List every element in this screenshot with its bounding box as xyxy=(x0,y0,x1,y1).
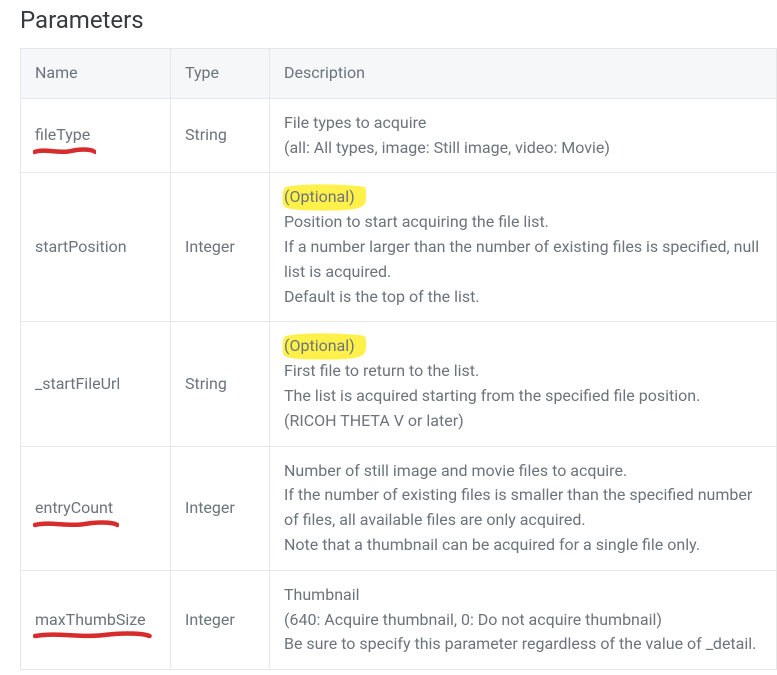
param-name: maxThumbSize xyxy=(35,608,146,633)
param-name: fileType xyxy=(35,123,90,148)
description-line: If a number larger than the number of ex… xyxy=(284,235,762,285)
underline-annotation xyxy=(33,519,119,529)
param-type-cell: Integer xyxy=(171,570,270,669)
table-row: maxThumbSizeIntegerThumbnail(640: Acquir… xyxy=(21,570,777,669)
param-name-cell: startPosition xyxy=(21,173,171,322)
description-line: Position to start acquiring the file lis… xyxy=(284,210,762,235)
param-type-cell: String xyxy=(171,322,270,446)
optional-label: (Optional) xyxy=(284,336,355,355)
col-header-name: Name xyxy=(21,49,171,99)
description-line: File types to acquire xyxy=(284,111,762,136)
param-type-cell: Integer xyxy=(171,173,270,322)
param-name-cell: maxThumbSize xyxy=(21,570,171,669)
description-line: (all: All types, image: Still image, vid… xyxy=(284,136,762,161)
description-line: Default is the top of the list. xyxy=(284,285,762,310)
col-header-type: Type xyxy=(171,49,270,99)
description-line: If the number of existing files is small… xyxy=(284,483,762,533)
param-description-cell: File types to acquire(all: All types, im… xyxy=(270,98,777,173)
underline-annotation xyxy=(33,630,152,640)
param-type-cell: Integer xyxy=(171,446,270,570)
col-header-description: Description xyxy=(270,49,777,99)
section-title: Parameters xyxy=(20,6,777,34)
description-line: Note that a thumbnail can be acquired fo… xyxy=(284,533,762,558)
optional-badge: (Optional) xyxy=(284,334,355,359)
description-line: First file to return to the list. xyxy=(284,359,762,384)
optional-badge: (Optional) xyxy=(284,185,355,210)
description-line: The list is acquired starting from the s… xyxy=(284,384,762,409)
param-name-cell: entryCount xyxy=(21,446,171,570)
underline-annotation xyxy=(33,146,96,156)
optional-label: (Optional) xyxy=(284,187,355,206)
param-name-cell: fileType xyxy=(21,98,171,173)
table-row: _startFileUrl String (Optional) First file … xyxy=(21,322,777,446)
table-header-row: Name Type Description xyxy=(21,49,777,99)
param-type-cell: String xyxy=(171,98,270,173)
param-description-cell: Number of still image and movie files to… xyxy=(270,446,777,570)
description-line: Number of still image and movie files to… xyxy=(284,459,762,484)
param-description-cell: (Optional) First file to return to the li… xyxy=(270,322,777,446)
parameters-table: Name Type Description fileTypeStringFile… xyxy=(20,48,777,670)
description-line: Be sure to specify this parameter regard… xyxy=(284,632,762,657)
param-name: entryCount xyxy=(35,496,113,521)
description-line: (640: Acquire thumbnail, 0: Do not acqui… xyxy=(284,608,762,633)
description-line: (RICOH THETA V or later) xyxy=(284,409,762,434)
table-row: startPosition Integer (Optional) Position t… xyxy=(21,173,777,322)
description-line: Thumbnail xyxy=(284,583,762,608)
param-name: startPosition xyxy=(35,235,127,260)
param-name-cell: _startFileUrl xyxy=(21,322,171,446)
param-description-cell: (Optional) Position to start acquiring th… xyxy=(270,173,777,322)
table-row: entryCount Integer Number of still image a… xyxy=(21,446,777,570)
param-description-cell: Thumbnail(640: Acquire thumbnail, 0: Do … xyxy=(270,570,777,669)
param-name: _startFileUrl xyxy=(35,372,120,397)
table-row: fileTypeStringFile types to acquire(all:… xyxy=(21,98,777,173)
